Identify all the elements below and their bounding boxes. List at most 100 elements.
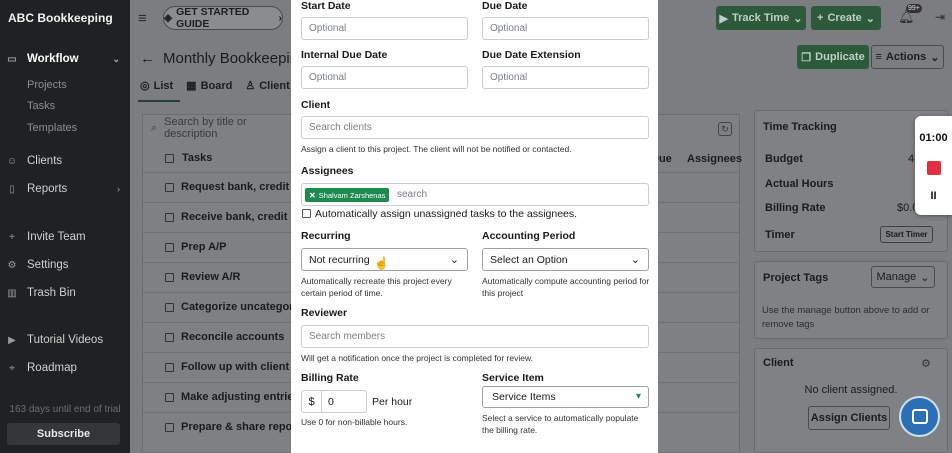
- get-started-button[interactable]: ◈ GET STARTED GUIDE ›: [163, 6, 283, 30]
- sidebar-item-label: Trash Bin: [27, 287, 76, 299]
- sidebar-item-projects[interactable]: Projects: [27, 79, 67, 91]
- menu-icon[interactable]: ≡: [138, 10, 147, 27]
- project-tabs: ◎ List ▦ Board ♙ Client: [140, 79, 290, 93]
- trial-notice: 163 days until end of trial: [9, 404, 121, 415]
- actions-button[interactable]: ≡ Actions ⌄: [871, 45, 944, 69]
- floating-timer: 01:00 II: [915, 116, 952, 215]
- sidebar-item-templates[interactable]: Templates: [27, 122, 77, 134]
- logout-icon[interactable]: ⇥: [935, 10, 945, 24]
- task-title: Prep A/P: [181, 241, 227, 253]
- reviewer-help-text: Will get a notification once the project…: [301, 353, 533, 363]
- tab-list[interactable]: ◎ List: [140, 79, 174, 93]
- search-placeholder: Search by title or description: [164, 116, 247, 140]
- tab-board[interactable]: ▦ Board: [186, 79, 232, 93]
- start-timer-button[interactable]: Start Timer: [880, 226, 933, 243]
- billing-rate-input[interactable]: $ 0: [301, 390, 367, 413]
- chevron-down-icon: ⌄: [449, 254, 459, 266]
- accounting-period-help-text: Automatically compute accounting period …: [482, 276, 650, 298]
- assignee-chip-label: Shalvam Zarshenas: [318, 190, 386, 200]
- sidebar-item-tutorial-videos[interactable]: ▶ Tutorial Videos: [0, 329, 130, 351]
- tags-help-text: Use the manage button above to add or re…: [762, 305, 930, 330]
- subscribe-button[interactable]: Subscribe: [7, 423, 120, 445]
- row-checkbox[interactable]: [165, 393, 174, 402]
- search-icon: ⌕: [151, 121, 158, 134]
- service-item-select[interactable]: Service Items ▾: [482, 386, 649, 408]
- assign-clients-button[interactable]: Assign Clients: [808, 406, 890, 430]
- budget-label: Budget: [765, 153, 803, 165]
- timer-time: 01:00: [919, 132, 948, 144]
- internal-due-date-input[interactable]: Optional: [301, 66, 468, 89]
- start-date-input[interactable]: Optional: [301, 17, 468, 40]
- sidebar: ABC Bookkeeping ▭ Workflow ⌄ Projects Ta…: [0, 0, 130, 453]
- notification-badge: 99+: [906, 4, 922, 13]
- gear-icon: ⚙: [7, 259, 17, 271]
- back-arrow-icon[interactable]: ←: [140, 50, 155, 67]
- chat-launcher-button[interactable]: [899, 396, 940, 437]
- task-title: Reconcile accounts: [181, 331, 285, 343]
- accounting-period-select[interactable]: Select an Option ⌄: [482, 248, 649, 271]
- assignee-chip: ✕ Shalvam Zarshenas: [305, 188, 390, 202]
- client-title: Client: [763, 357, 794, 369]
- sidebar-item-settings[interactable]: ⚙ Settings: [0, 254, 130, 276]
- sidebar-item-clients[interactable]: ☺ Clients: [0, 150, 130, 172]
- task-search[interactable]: ⌕ Search by title or description: [145, 116, 295, 140]
- chevron-down-icon: ⌄: [930, 51, 940, 64]
- chat-icon: [911, 409, 928, 424]
- due-date-input[interactable]: Optional: [482, 17, 649, 40]
- row-checkbox[interactable]: [165, 213, 174, 222]
- assignees-label: Assignees: [301, 165, 354, 177]
- manage-tags-button[interactable]: Manage ⌄: [871, 266, 935, 288]
- gear-icon[interactable]: ⚙: [921, 357, 931, 370]
- sidebar-item-label: Settings: [27, 259, 69, 271]
- create-button[interactable]: + Create ⌄: [811, 6, 881, 30]
- get-started-label: GET STARTED GUIDE: [176, 6, 250, 30]
- sidebar-item-label: Clients: [27, 155, 63, 167]
- actions-label: Actions: [885, 51, 927, 63]
- track-time-button[interactable]: ▶ Track Time ⌄: [716, 6, 806, 30]
- timer-label: Timer: [765, 229, 795, 241]
- row-checkbox[interactable]: [165, 303, 174, 312]
- sidebar-item-reports[interactable]: ▯ Reports ›: [0, 178, 130, 200]
- duplicate-button[interactable]: ❐ Duplicate: [797, 45, 869, 69]
- recurring-value: Not recurring: [309, 253, 370, 266]
- row-checkbox[interactable]: [165, 363, 174, 372]
- sidebar-item-trash-bin[interactable]: ▥ Trash Bin: [0, 282, 130, 304]
- recurring-help-text: Automatically recreate this project ever…: [301, 276, 452, 298]
- row-checkbox[interactable]: [165, 333, 174, 342]
- chevron-down-icon: ⌄: [630, 254, 640, 266]
- sidebar-item-tasks[interactable]: Tasks: [27, 100, 55, 112]
- row-checkbox[interactable]: [165, 183, 174, 192]
- reviewer-search-input[interactable]: Search members: [301, 325, 649, 348]
- rocket-icon: ◈: [164, 12, 173, 24]
- play-icon: ▶: [719, 12, 728, 25]
- remove-chip-icon[interactable]: ✕: [309, 191, 316, 200]
- pause-icon[interactable]: II: [915, 190, 952, 202]
- refresh-icon[interactable]: ↻: [718, 122, 732, 136]
- chevron-right-icon: ›: [117, 184, 120, 194]
- no-client-text: No client assigned.: [804, 384, 898, 396]
- col-assignees: Assignees: [687, 153, 743, 165]
- billing-unit: Per hour: [372, 396, 413, 408]
- chevron-down-icon: ▾: [635, 391, 641, 402]
- manage-label: Manage: [876, 271, 917, 283]
- tab-label: List: [153, 79, 174, 92]
- row-checkbox[interactable]: [165, 423, 174, 432]
- due-date-extension-input[interactable]: Optional: [482, 66, 649, 89]
- row-checkbox[interactable]: [165, 243, 174, 252]
- tab-label: Client: [259, 79, 290, 92]
- due-date-extension-label: Due Date Extension: [482, 49, 581, 61]
- currency-symbol: $: [302, 391, 322, 412]
- col-tasks: Tasks: [182, 152, 213, 164]
- accounting-period-value: Select an Option: [490, 253, 568, 266]
- sidebar-item-roadmap[interactable]: ⌖ Roadmap: [0, 357, 130, 379]
- select-all-checkbox[interactable]: [165, 153, 174, 163]
- task-title: Review A/R: [181, 271, 241, 283]
- row-checkbox[interactable]: [165, 273, 174, 282]
- auto-assign-checkbox[interactable]: [302, 209, 311, 218]
- stop-icon[interactable]: [927, 161, 941, 175]
- client-search-input[interactable]: Search clients: [301, 116, 649, 139]
- sidebar-item-invite-team[interactable]: + Invite Team: [0, 226, 130, 248]
- sidebar-item-workflow[interactable]: ▭ Workflow ⌄: [0, 48, 130, 70]
- tab-client[interactable]: ♙ Client: [245, 79, 290, 93]
- sidebar-item-label: Tutorial Videos: [27, 334, 104, 346]
